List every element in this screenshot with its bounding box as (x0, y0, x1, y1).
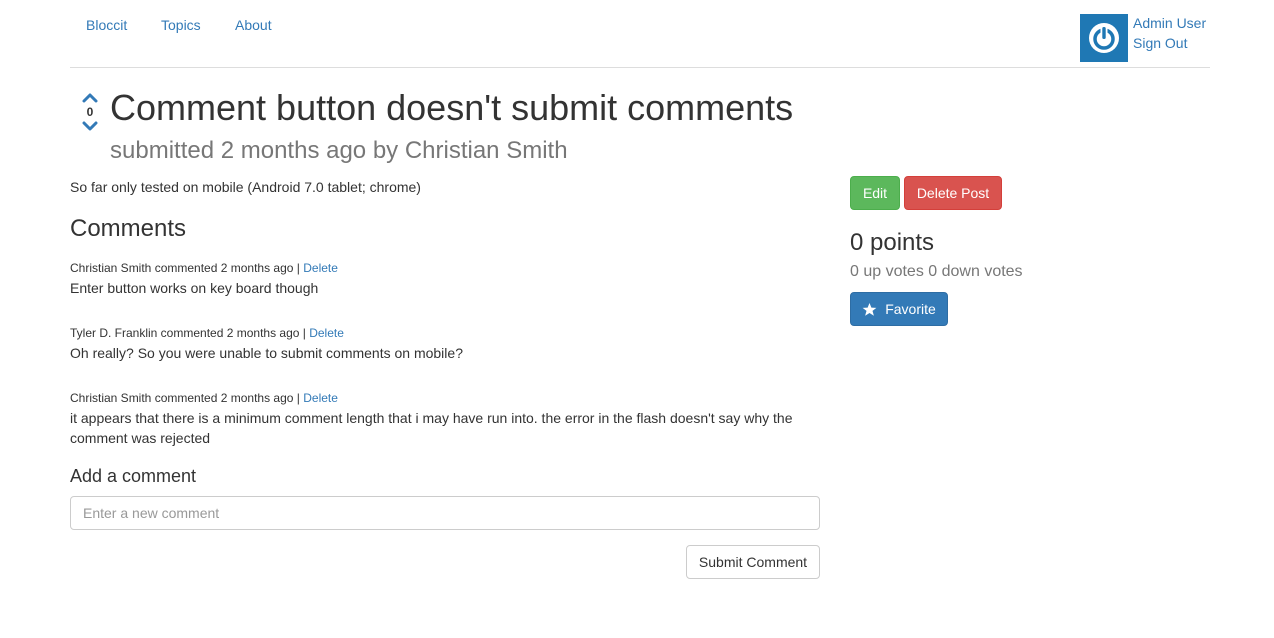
comment-delete-link[interactable]: Delete (303, 391, 338, 405)
comments-heading: Comments (70, 215, 187, 242)
nav-link-topics[interactable]: Topics (161, 17, 201, 33)
comment-item: Tyler D. Franklin commented 2 months ago… (70, 325, 810, 363)
edit-button[interactable]: Edit (850, 176, 900, 210)
comment-meta: Christian Smith commented 2 months ago |… (70, 390, 810, 406)
favorite-button[interactable]: Favorite (850, 292, 948, 326)
power-icon (1089, 23, 1119, 53)
submit-comment-button[interactable]: Submit Comment (686, 545, 820, 579)
comment-author-info: Christian Smith commented 2 months ago | (70, 261, 304, 275)
comment-item: Christian Smith commented 2 months ago |… (70, 390, 810, 448)
comment-body: Oh really? So you were unable to submit … (70, 345, 463, 361)
vote-control: 0 (80, 90, 100, 134)
vote-breakdown: 0 up votes 0 down votes (850, 263, 1023, 280)
new-comment-input[interactable] (70, 496, 820, 530)
comment-author-info: Tyler D. Franklin commented 2 months ago… (70, 326, 310, 340)
vote-count: 0 (86, 105, 94, 119)
nav-link-bloccit[interactable]: Bloccit (86, 17, 127, 33)
add-comment-heading: Add a comment (70, 466, 197, 486)
comment-item: Christian Smith commented 2 months ago |… (70, 260, 810, 298)
favorite-label: Favorite (885, 301, 936, 317)
upvote-chevron-icon[interactable] (80, 90, 100, 104)
comment-delete-link[interactable]: Delete (309, 326, 344, 340)
post-submitted-info: submitted 2 months ago by Christian Smit… (110, 137, 568, 164)
downvote-chevron-icon[interactable] (80, 120, 100, 134)
post-body: So far only tested on mobile (Android 7.… (70, 179, 421, 195)
avatar[interactable] (1080, 14, 1128, 62)
delete-post-button[interactable]: Delete Post (904, 176, 1002, 210)
sign-out-link[interactable]: Sign Out (1133, 35, 1187, 51)
post-title: Comment button doesn't submit comments (110, 87, 794, 128)
comment-meta: Tyler D. Franklin commented 2 months ago… (70, 325, 810, 341)
comment-author-info: Christian Smith commented 2 months ago | (70, 391, 304, 405)
page: Bloccit Topics About Admin User Sign Out… (0, 0, 1274, 638)
comment-body: Enter button works on key board though (70, 280, 319, 296)
user-name-link[interactable]: Admin User (1133, 15, 1206, 31)
navbar: Bloccit Topics About Admin User Sign Out (70, 0, 1210, 68)
comment-meta: Christian Smith commented 2 months ago |… (70, 260, 810, 276)
comment-body: it appears that there is a minimum comme… (70, 410, 793, 446)
comment-delete-link[interactable]: Delete (303, 261, 338, 275)
star-icon (862, 302, 877, 317)
nav-link-about[interactable]: About (235, 17, 272, 33)
points-total: 0 points (850, 229, 935, 256)
